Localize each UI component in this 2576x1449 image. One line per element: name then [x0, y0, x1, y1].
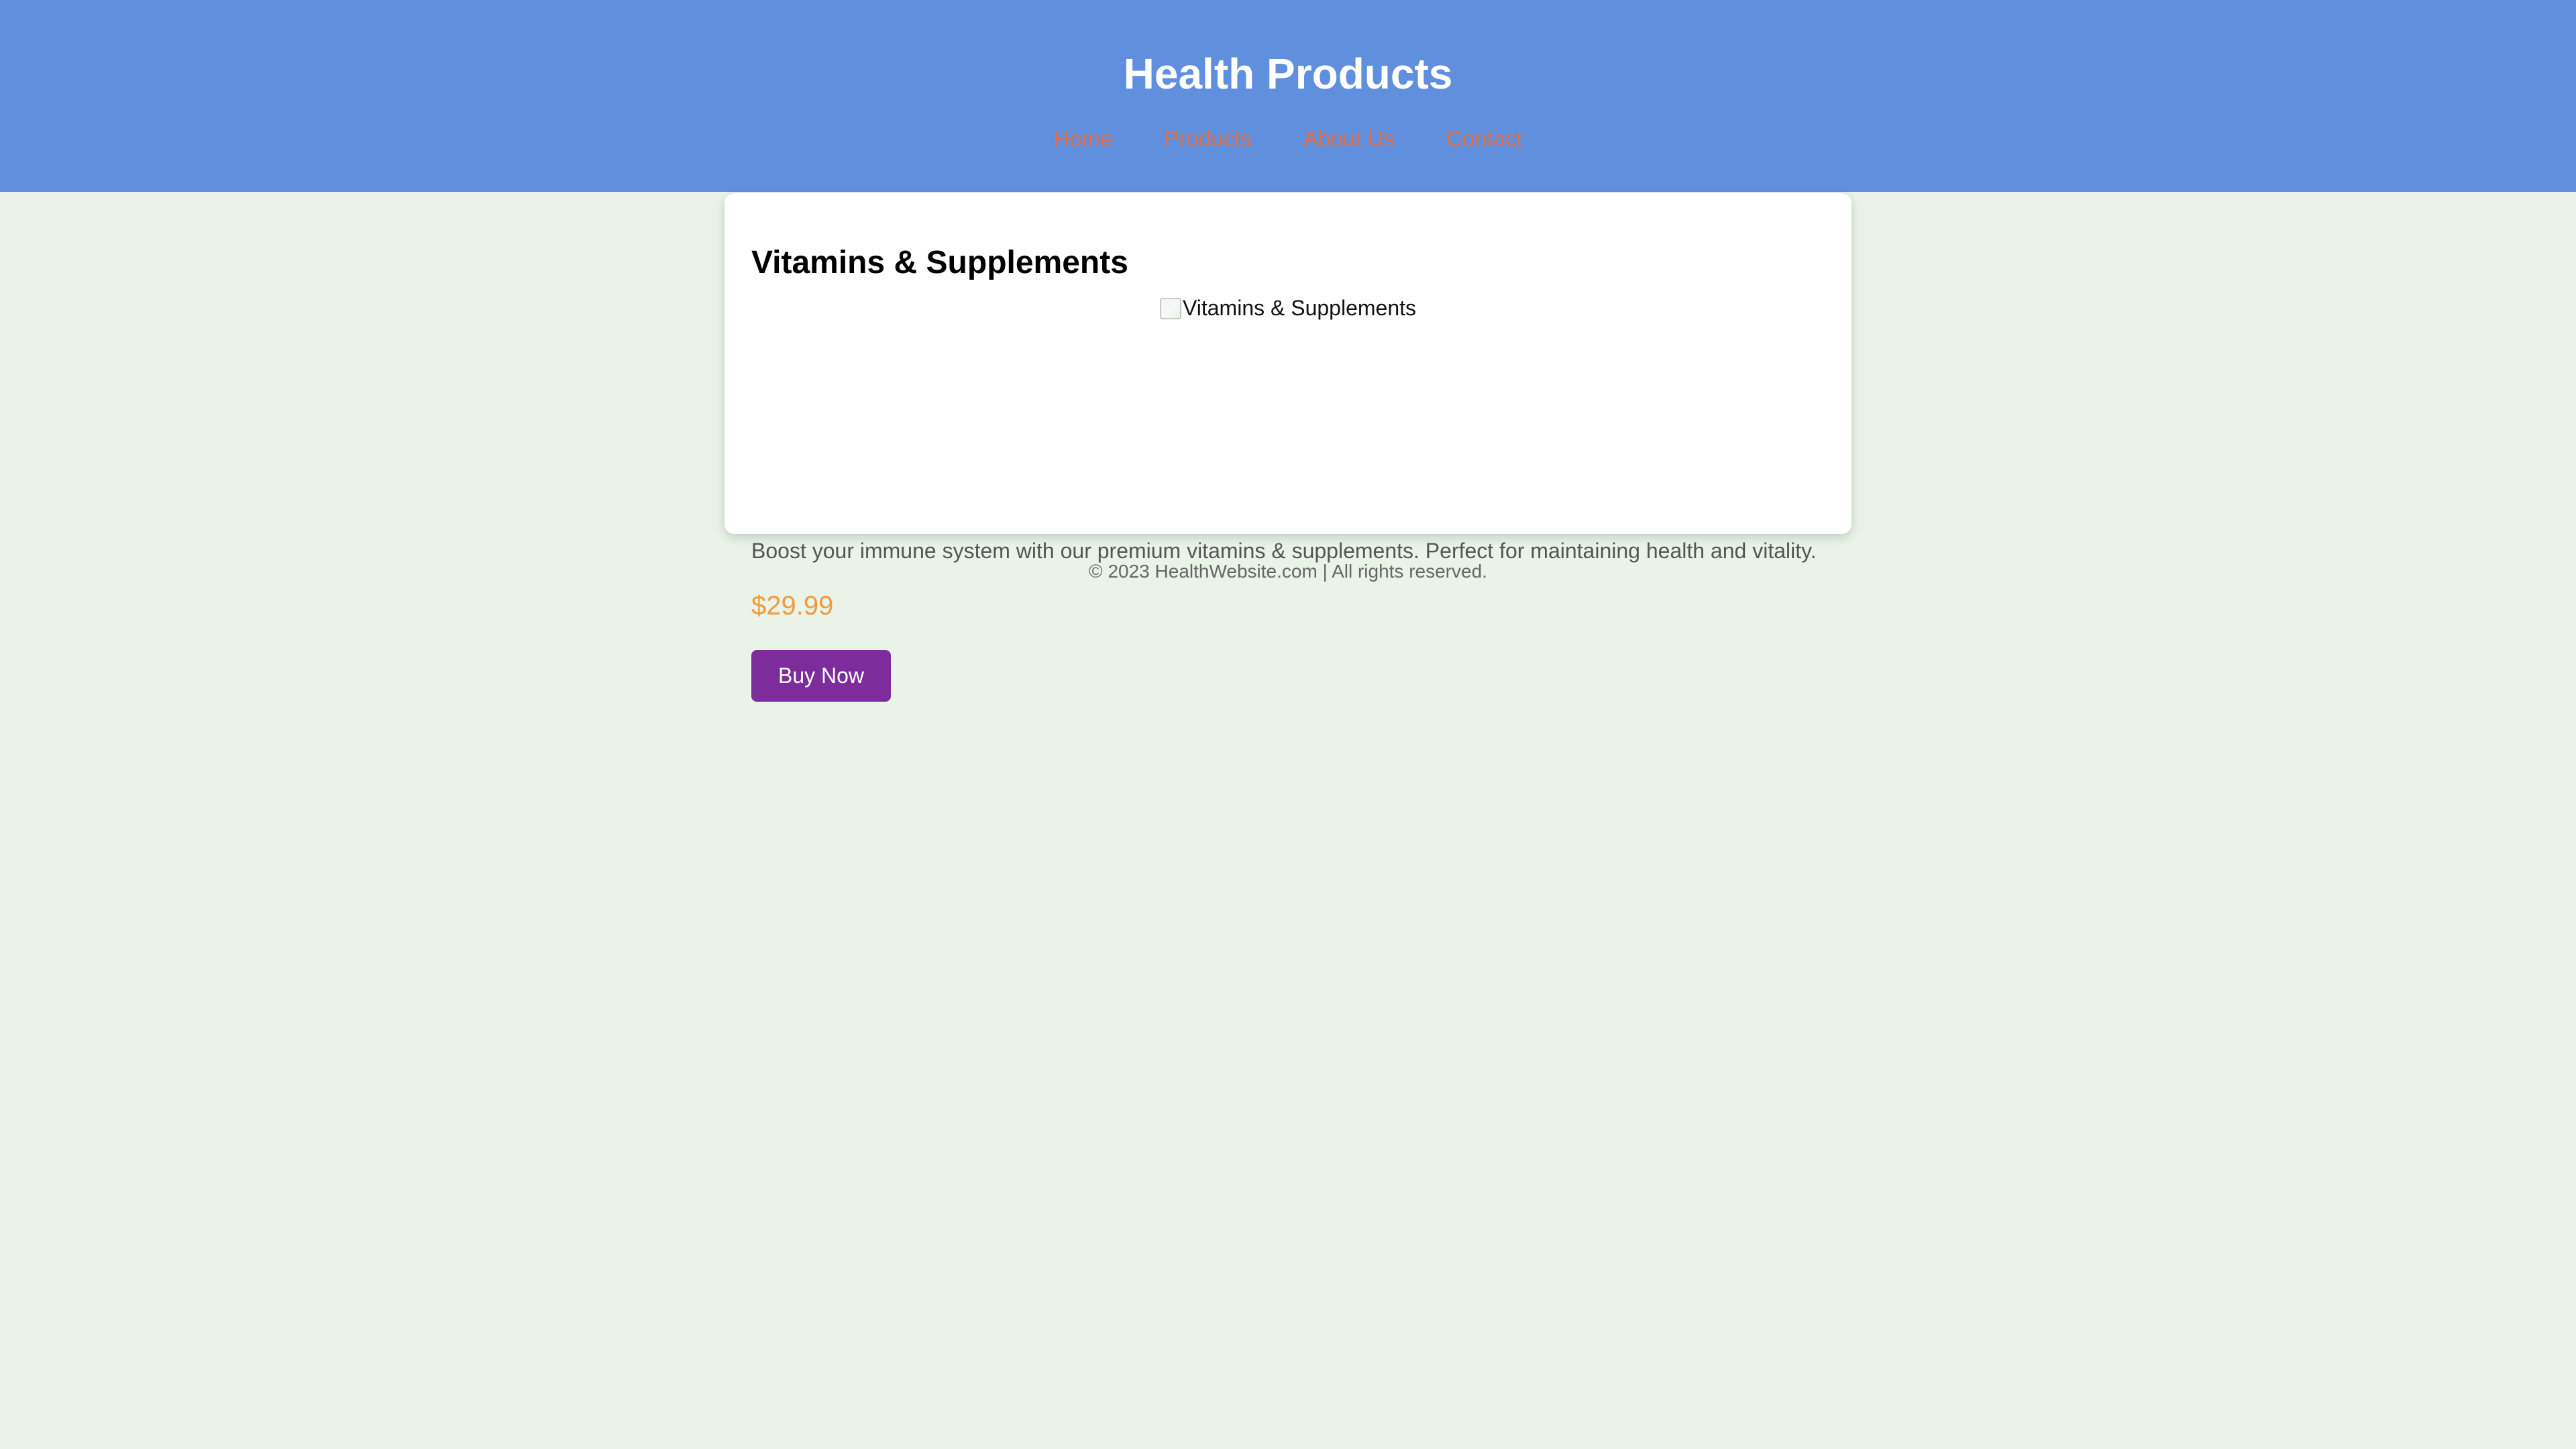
nav-link-contact[interactable]: Contact [1446, 126, 1523, 151]
site-title: Health Products [1123, 50, 1453, 98]
buy-now-button[interactable]: Buy Now [751, 650, 891, 702]
nav-link-about-us[interactable]: About Us [1303, 126, 1395, 151]
product-card: Vitamins & Supplements Vitamins & Supple… [724, 193, 1851, 702]
product-price: $29.99 [751, 591, 834, 621]
product-image: Vitamins & Supplements [724, 292, 1851, 323]
site-header: Health Products Home Products About Us C… [0, 0, 2576, 192]
main-nav: Home Products About Us Contact [0, 122, 2576, 156]
nav-link-products[interactable]: Products [1165, 126, 1252, 151]
broken-image-icon [1159, 298, 1181, 319]
product-image-alt: Vitamins & Supplements [1182, 296, 1417, 320]
site-footer: © 2023 HealthWebsite.com | All rights re… [1089, 561, 1487, 582]
nav-link-home[interactable]: Home [1053, 126, 1112, 151]
product-title: Vitamins & Supplements [751, 245, 1128, 280]
